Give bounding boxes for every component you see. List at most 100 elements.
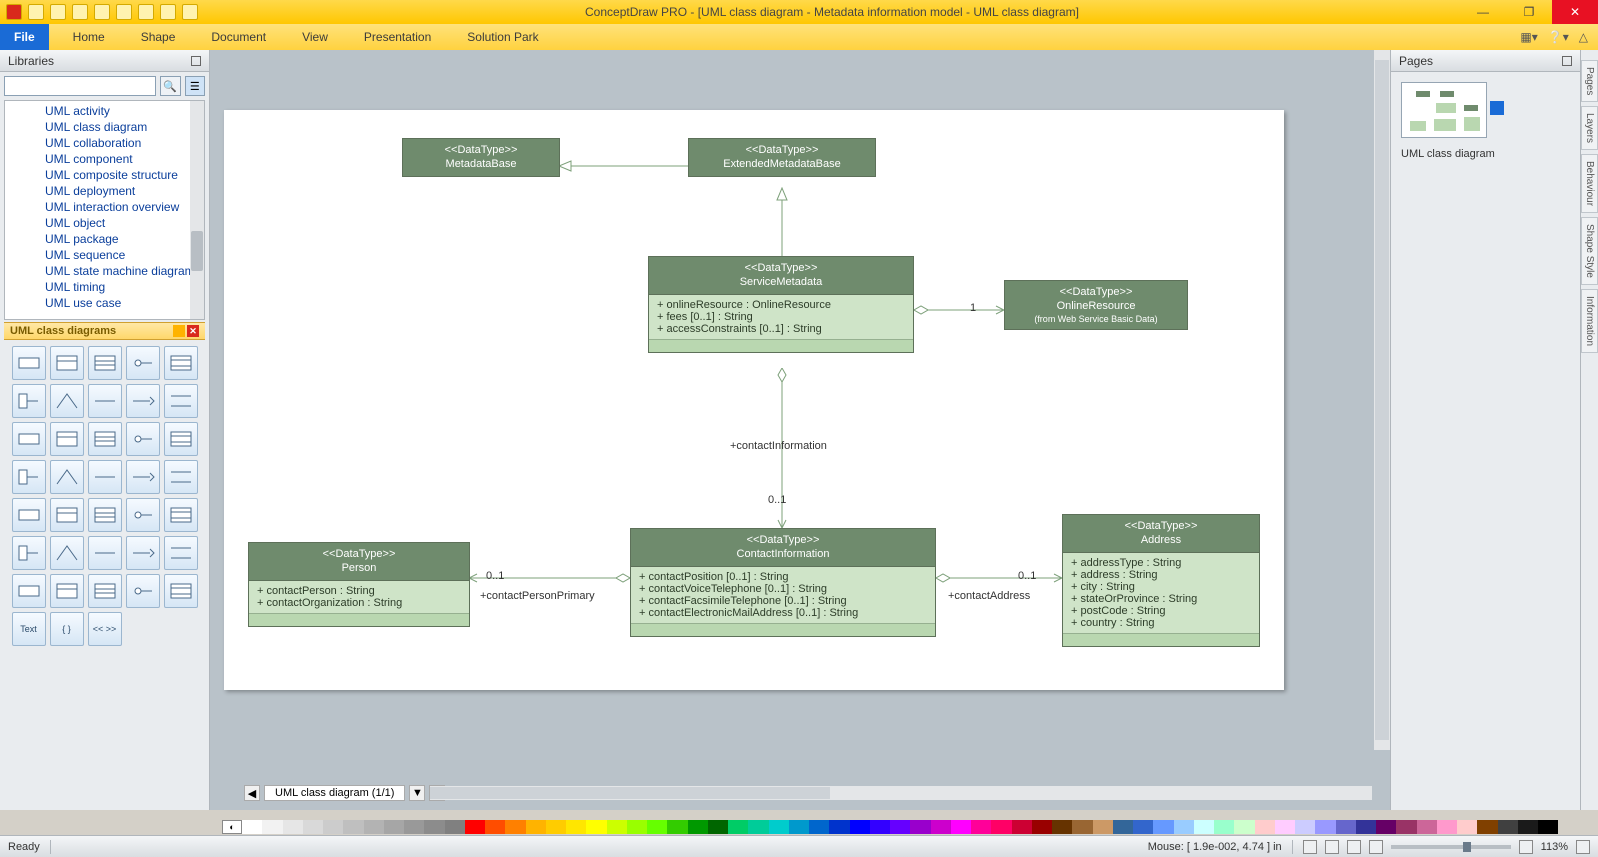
color-swatch[interactable] bbox=[769, 820, 789, 834]
shape-aggr-a-icon[interactable] bbox=[12, 498, 46, 532]
shape-assoc-c-icon[interactable] bbox=[88, 422, 122, 456]
page-tab[interactable]: UML class diagram (1/1) bbox=[264, 785, 405, 801]
tree-scrollbar[interactable] bbox=[190, 101, 204, 319]
tree-item[interactable]: UML component bbox=[45, 151, 204, 167]
side-tab-behaviour[interactable]: Behaviour bbox=[1581, 154, 1598, 213]
qat-undo-icon[interactable] bbox=[116, 4, 132, 20]
shape-pkg-b-icon[interactable] bbox=[164, 574, 198, 608]
fullscreen-icon[interactable] bbox=[1576, 840, 1590, 854]
color-swatch[interactable] bbox=[566, 820, 586, 834]
color-swatch[interactable] bbox=[242, 820, 262, 834]
color-swatch[interactable] bbox=[627, 820, 647, 834]
color-swatch[interactable] bbox=[789, 820, 809, 834]
side-tab-layers[interactable]: Layers bbox=[1581, 106, 1598, 150]
color-swatch[interactable] bbox=[1518, 820, 1538, 834]
color-swatch[interactable] bbox=[1214, 820, 1234, 834]
color-swatch[interactable] bbox=[1093, 820, 1113, 834]
uml-class-online-resource[interactable]: <<DataType>>OnlineResource(from Web Serv… bbox=[1004, 280, 1188, 330]
ribbon-tab-view[interactable]: View bbox=[284, 24, 346, 50]
color-swatch[interactable] bbox=[910, 820, 930, 834]
color-swatch[interactable] bbox=[323, 820, 343, 834]
ribbon-tab-solution-park[interactable]: Solution Park bbox=[449, 24, 556, 50]
palette-close-icon[interactable]: ✕ bbox=[187, 325, 199, 337]
library-search-input[interactable] bbox=[4, 76, 156, 96]
uml-class-contact-information[interactable]: <<DataType>>ContactInformation + contact… bbox=[630, 528, 936, 637]
tree-item[interactable]: UML sequence bbox=[45, 247, 204, 263]
shape-comp-c-icon[interactable] bbox=[88, 536, 122, 570]
color-swatch[interactable] bbox=[607, 820, 627, 834]
shape-dep-b-icon[interactable] bbox=[50, 460, 84, 494]
color-swatch[interactable] bbox=[343, 820, 363, 834]
qat-open-icon[interactable] bbox=[50, 4, 66, 20]
qat-redo-icon[interactable] bbox=[138, 4, 154, 20]
palette-min-icon[interactable] bbox=[173, 325, 185, 337]
color-swatch[interactable] bbox=[1012, 820, 1032, 834]
color-swatch[interactable] bbox=[505, 820, 525, 834]
tree-item[interactable]: UML state machine diagram bbox=[45, 263, 204, 279]
shape-generalization-icon[interactable] bbox=[50, 384, 84, 418]
color-swatch[interactable] bbox=[809, 820, 829, 834]
shape-text-icon[interactable]: Text bbox=[12, 612, 46, 646]
hand-tool-icon[interactable] bbox=[1303, 840, 1317, 854]
color-swatch[interactable] bbox=[1538, 820, 1558, 834]
tree-item[interactable]: UML class diagram bbox=[45, 119, 204, 135]
color-swatch[interactable] bbox=[708, 820, 728, 834]
color-swatch[interactable] bbox=[424, 820, 444, 834]
pin-icon[interactable] bbox=[191, 56, 201, 66]
uml-class-person[interactable]: <<DataType>>Person + contactPerson : Str… bbox=[248, 542, 470, 627]
color-swatch[interactable] bbox=[1457, 820, 1477, 834]
color-swatch[interactable] bbox=[485, 820, 505, 834]
zoom-slider[interactable] bbox=[1391, 845, 1511, 849]
shape-class-4-icon[interactable] bbox=[164, 346, 198, 380]
zoom-in-icon[interactable] bbox=[1519, 840, 1533, 854]
color-swatch[interactable] bbox=[1376, 820, 1396, 834]
color-swatch[interactable] bbox=[1417, 820, 1437, 834]
color-swatch[interactable] bbox=[647, 820, 667, 834]
color-swatch[interactable] bbox=[667, 820, 687, 834]
shape-aggr-e-icon[interactable] bbox=[164, 498, 198, 532]
color-swatch[interactable] bbox=[1356, 820, 1376, 834]
color-swatch[interactable] bbox=[1295, 820, 1315, 834]
color-swatch[interactable] bbox=[364, 820, 384, 834]
shape-real-b-icon[interactable] bbox=[50, 574, 84, 608]
qat-copy-icon[interactable] bbox=[160, 4, 176, 20]
uml-class-service-metadata[interactable]: <<DataType>>ServiceMetadata + onlineReso… bbox=[648, 256, 914, 353]
shape-aggr-d-icon[interactable] bbox=[126, 498, 160, 532]
page-thumbnail[interactable] bbox=[1401, 82, 1487, 138]
color-swatch[interactable] bbox=[303, 820, 323, 834]
color-swatch[interactable] bbox=[1275, 820, 1295, 834]
tree-item[interactable]: UML interaction overview bbox=[45, 199, 204, 215]
page-select-icon[interactable] bbox=[1490, 101, 1504, 115]
canvas-hscroll[interactable] bbox=[430, 786, 1372, 800]
shape-class-box-icon[interactable] bbox=[12, 346, 46, 380]
color-swatch[interactable] bbox=[465, 820, 485, 834]
shape-comp-e-icon[interactable] bbox=[164, 536, 198, 570]
shape-comp-b-icon[interactable] bbox=[50, 536, 84, 570]
color-swatch[interactable] bbox=[1396, 820, 1416, 834]
color-swatch[interactable] bbox=[1336, 820, 1356, 834]
tree-item[interactable]: UML use case bbox=[45, 295, 204, 311]
shape-class-3-icon[interactable] bbox=[88, 346, 122, 380]
color-swatch[interactable] bbox=[748, 820, 768, 834]
tree-item[interactable]: UML object bbox=[45, 215, 204, 231]
color-swatch[interactable] bbox=[586, 820, 606, 834]
canvas-vscroll[interactable] bbox=[1374, 50, 1390, 750]
tree-item[interactable]: UML package bbox=[45, 231, 204, 247]
color-swatch[interactable] bbox=[1153, 820, 1173, 834]
color-swatch[interactable] bbox=[728, 820, 748, 834]
shape-comp-d-icon[interactable] bbox=[126, 536, 160, 570]
zoom-out-icon[interactable] bbox=[1369, 840, 1383, 854]
qat-paste-icon[interactable] bbox=[182, 4, 198, 20]
uml-class-extended-metadata-base[interactable]: <<DataType>>ExtendedMetadataBase bbox=[688, 138, 876, 177]
color-swatch[interactable] bbox=[1113, 820, 1133, 834]
color-swatch[interactable] bbox=[283, 820, 303, 834]
shape-assoc-b-icon[interactable] bbox=[50, 422, 84, 456]
tree-item[interactable]: UML activity bbox=[45, 103, 204, 119]
side-tab-shape-style[interactable]: Shape Style bbox=[1581, 217, 1598, 285]
shape-class-2-icon[interactable] bbox=[50, 346, 84, 380]
maximize-button[interactable]: ❐ bbox=[1506, 0, 1552, 24]
color-swatch[interactable] bbox=[1194, 820, 1214, 834]
shape-assoc-e-icon[interactable] bbox=[164, 422, 198, 456]
shape-real-c-icon[interactable] bbox=[88, 574, 122, 608]
shape-assoc-d-icon[interactable] bbox=[126, 422, 160, 456]
